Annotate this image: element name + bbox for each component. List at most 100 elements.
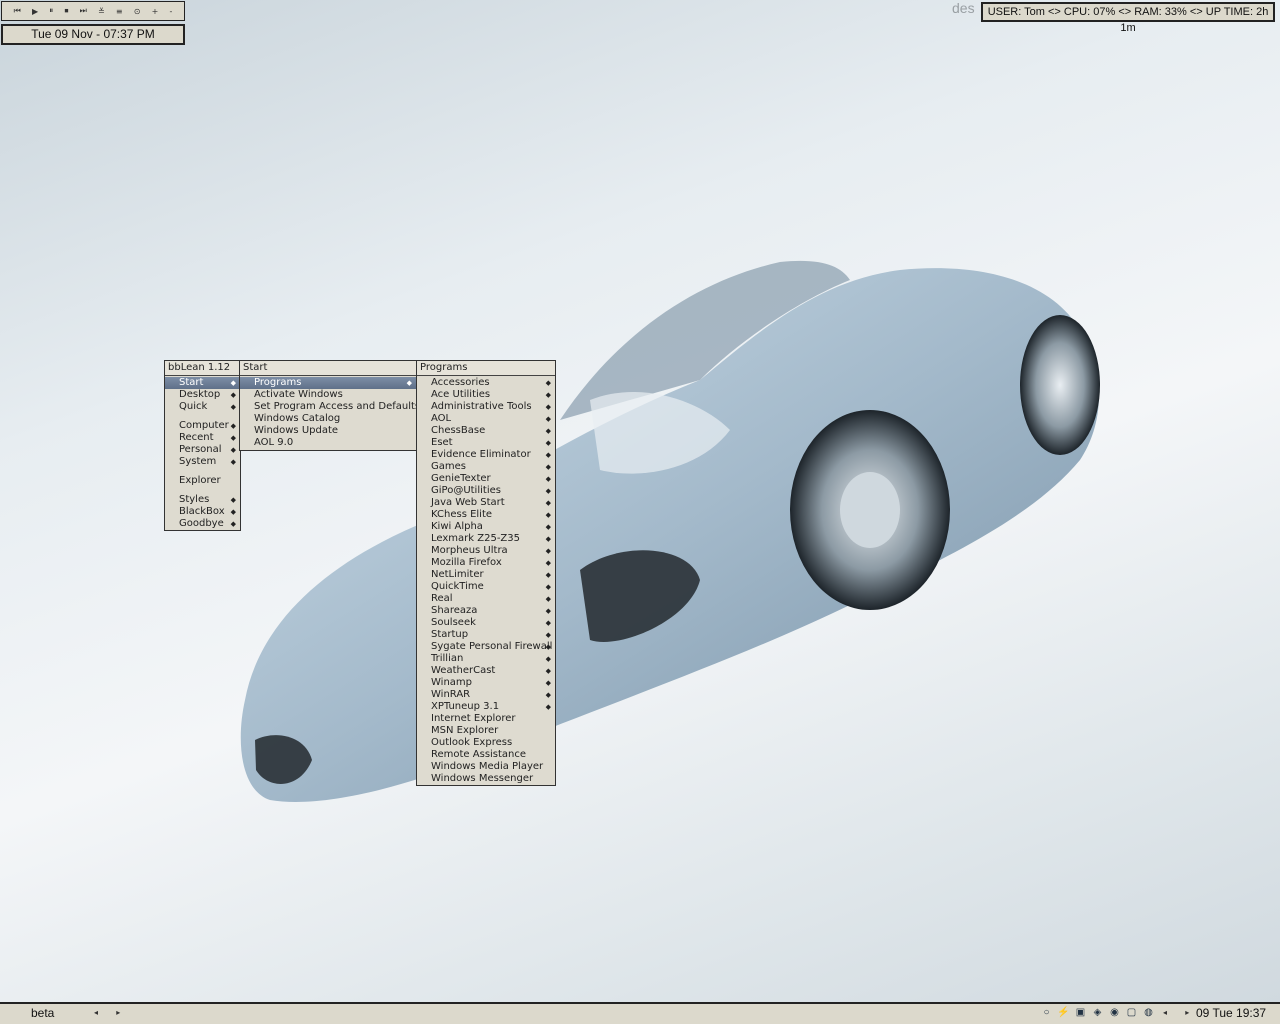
- menu-item-blackbox[interactable]: BlackBox ◆: [165, 506, 240, 518]
- menu-item-windows-catalog[interactable]: Windows Catalog: [240, 413, 416, 425]
- menu-item-windows-update[interactable]: Windows Update: [240, 425, 416, 437]
- menu-item-label: QuickTime: [431, 581, 484, 592]
- media-button-8[interactable]: +: [152, 7, 159, 16]
- menu-item-remote-assistance[interactable]: Remote Assistance: [417, 749, 555, 761]
- tray-dot[interactable]: ○: [1040, 1006, 1053, 1020]
- menu-item-label: Lexmark Z25-Z35: [431, 533, 520, 544]
- menu-item-eset[interactable]: Eset ◆: [417, 437, 555, 449]
- menu-item-label: Goodbye: [179, 518, 224, 529]
- menu-item-start[interactable]: Start ◆: [165, 377, 240, 389]
- menu-item-windows-messenger[interactable]: Windows Messenger: [417, 773, 555, 785]
- menu-item-netlimiter[interactable]: NetLimiter ◆: [417, 569, 555, 581]
- menu-item-winamp[interactable]: Winamp ◆: [417, 677, 555, 689]
- menu-item-quicktime[interactable]: QuickTime ◆: [417, 581, 555, 593]
- menu-item-mozilla-firefox[interactable]: Mozilla Firefox ◆: [417, 557, 555, 569]
- menu-item-styles[interactable]: Styles ◆: [165, 494, 240, 506]
- taskbar-clock[interactable]: 09 Tue 19:37: [1196, 1006, 1266, 1020]
- workspace-label[interactable]: beta: [31, 1006, 54, 1020]
- submenu-arrow-icon: ◆: [230, 379, 236, 387]
- menu-item-label: Start: [179, 377, 204, 388]
- menu-item-soulseek[interactable]: Soulseek ◆: [417, 617, 555, 629]
- submenu-arrow-icon: ◆: [545, 535, 551, 543]
- menu-title[interactable]: Programs: [417, 361, 555, 376]
- menu-item-label: WeatherCast: [431, 665, 496, 676]
- system-tray: ○ ⚡ ▣ ◈ ◉ ▢ ◍: [1040, 1006, 1155, 1020]
- top-clock[interactable]: Tue 09 Nov - 07:37 PM: [1, 24, 185, 45]
- menu-item-sygate-personal-firewall[interactable]: Sygate Personal Firewall ◆: [417, 641, 555, 653]
- menu-item-label: Winamp: [431, 677, 473, 688]
- menu-item-winrar[interactable]: WinRAR ◆: [417, 689, 555, 701]
- menu-item-personal[interactable]: Personal ◆: [165, 444, 240, 456]
- menu-item-weathercast[interactable]: WeatherCast ◆: [417, 665, 555, 677]
- menu-item-windows-media-player[interactable]: Windows Media Player: [417, 761, 555, 773]
- workspace-nav-arrows[interactable]: ◂ ▸: [94, 1008, 128, 1017]
- submenu-arrow-icon: ◆: [230, 446, 236, 454]
- menu-item-trillian[interactable]: Trillian ◆: [417, 653, 555, 665]
- menu-item-gipo-utilities[interactable]: GiPo@Utilities ◆: [417, 485, 555, 497]
- app-icon[interactable]: ◈: [1091, 1006, 1104, 1020]
- globe-icon[interactable]: ◍: [1142, 1006, 1155, 1020]
- menu-item-xptuneup-3-1[interactable]: XPTuneup 3.1 ◆: [417, 701, 555, 713]
- menu-item-desktop[interactable]: Desktop ◆: [165, 389, 240, 401]
- task-nav-arrows[interactable]: ◂ ▸: [1163, 1008, 1197, 1017]
- media-button-4[interactable]: ⏭: [80, 6, 87, 16]
- menu-item-genietexter[interactable]: GenieTexter ◆: [417, 473, 555, 485]
- menu-item-accessories[interactable]: Accessories ◆: [417, 377, 555, 389]
- menu-item-ace-utilities[interactable]: Ace Utilities ◆: [417, 389, 555, 401]
- network-icon[interactable]: ⚡: [1057, 1006, 1070, 1020]
- menu-title[interactable]: Start: [240, 361, 416, 376]
- menu-separator: [165, 487, 240, 494]
- menu-item-games[interactable]: Games ◆: [417, 461, 555, 473]
- menu-item-kiwi-alpha[interactable]: Kiwi Alpha ◆: [417, 521, 555, 533]
- menu-item-outlook-express[interactable]: Outlook Express: [417, 737, 555, 749]
- menu-item-explorer[interactable]: Explorer: [165, 475, 240, 487]
- menu-item-chessbase[interactable]: ChessBase ◆: [417, 425, 555, 437]
- menu-item-startup[interactable]: Startup ◆: [417, 629, 555, 641]
- menu-item-evidence-eliminator[interactable]: Evidence Eliminator ◆: [417, 449, 555, 461]
- submenu-arrow-icon: ◆: [230, 403, 236, 411]
- menu-item-label: Morpheus Ultra: [431, 545, 508, 556]
- menu-item-aol[interactable]: AOL ◆: [417, 413, 555, 425]
- menu-item-label: Trillian: [431, 653, 464, 664]
- media-button-1[interactable]: ▶: [32, 7, 38, 16]
- menu-item-goodbye[interactable]: Goodbye ◆: [165, 518, 240, 530]
- menu-item-recent[interactable]: Recent ◆: [165, 432, 240, 444]
- menu-item-set-program-access-and-defaults[interactable]: Set Program Access and Defaults: [240, 401, 420, 413]
- system-monitor[interactable]: USER: Tom <> CPU: 07% <> RAM: 33% <> UP …: [981, 2, 1275, 34]
- submenu-arrow-icon: ◆: [545, 379, 551, 387]
- menu-item-label: Administrative Tools: [431, 401, 532, 412]
- menu-item-quick[interactable]: Quick ◆: [165, 401, 240, 413]
- submenu-arrow-icon: ◆: [545, 691, 551, 699]
- menu-item-lexmark-z25-z35[interactable]: Lexmark Z25-Z35 ◆: [417, 533, 555, 545]
- menu-item-system[interactable]: System ◆: [165, 456, 240, 468]
- menu-item-label: Java Web Start: [431, 497, 505, 508]
- media-button-0[interactable]: ⏮: [14, 6, 21, 16]
- menu-item-activate-windows[interactable]: Activate Windows: [240, 389, 416, 401]
- menu-separator: [165, 468, 240, 475]
- disk-icon[interactable]: ◉: [1108, 1006, 1121, 1020]
- menu-item-kchess-elite[interactable]: KChess Elite ◆: [417, 509, 555, 521]
- menu-title[interactable]: bbLean 1.12: [165, 361, 240, 376]
- media-button-6[interactable]: ≡: [116, 7, 123, 16]
- media-button-3[interactable]: ⏹: [64, 6, 68, 16]
- menu-item-administrative-tools[interactable]: Administrative Tools ◆: [417, 401, 555, 413]
- menu-item-msn-explorer[interactable]: MSN Explorer: [417, 725, 555, 737]
- media-button-9[interactable]: -: [170, 7, 173, 16]
- menu-item-internet-explorer[interactable]: Internet Explorer: [417, 713, 555, 725]
- menu-item-morpheus-ultra[interactable]: Morpheus Ultra ◆: [417, 545, 555, 557]
- menu-item-label: Evidence Eliminator: [431, 449, 531, 460]
- menu-item-real[interactable]: Real ◆: [417, 593, 555, 605]
- submenu-arrow-icon: ◆: [545, 595, 551, 603]
- menu-item-shareaza[interactable]: Shareaza ◆: [417, 605, 555, 617]
- menu-item-programs[interactable]: Programs ◆: [240, 377, 416, 389]
- folder-icon[interactable]: ▣: [1074, 1006, 1087, 1020]
- media-button-7[interactable]: ⊙: [134, 7, 141, 16]
- menu-item-java-web-start[interactable]: Java Web Start ◆: [417, 497, 555, 509]
- submenu-arrow-icon: ◆: [545, 499, 551, 507]
- media-button-2[interactable]: ⏸: [49, 6, 53, 16]
- menu-separator: [165, 413, 240, 420]
- window-icon[interactable]: ▢: [1125, 1006, 1138, 1020]
- menu-item-computer[interactable]: Computer ◆: [165, 420, 240, 432]
- media-button-5[interactable]: ≚: [98, 7, 105, 16]
- menu-item-aol-9-0[interactable]: AOL 9.0: [240, 437, 416, 449]
